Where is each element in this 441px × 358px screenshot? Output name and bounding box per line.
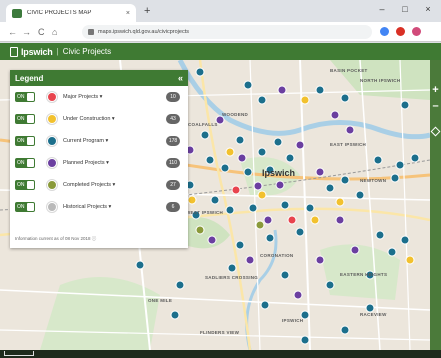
maximize-button[interactable]: □ bbox=[395, 3, 415, 15]
map-label: WEST IPSWICH bbox=[186, 210, 224, 215]
map-label: NORTH IPSWICH bbox=[360, 78, 401, 83]
count-badge: 6 bbox=[166, 202, 180, 212]
historical-projects-icon bbox=[47, 202, 57, 212]
zoom-out-button[interactable]: – bbox=[430, 100, 441, 112]
map-label: COALFALLS bbox=[188, 122, 218, 127]
back-button[interactable]: ← bbox=[8, 25, 17, 39]
zoom-in-button[interactable]: + bbox=[430, 84, 441, 96]
profile-avatar-icon[interactable] bbox=[412, 27, 421, 36]
under-construction-icon bbox=[47, 114, 57, 124]
map-attribution-bar bbox=[0, 350, 441, 358]
legend-item-major-projects[interactable]: ON Major Projects ▾ 10 bbox=[10, 86, 188, 108]
app-header: Ipswich | Civic Projects bbox=[0, 43, 441, 60]
map-label: SADLIERS CROSSING bbox=[205, 275, 259, 280]
count-badge: 43 bbox=[166, 114, 180, 124]
url-text: maps.ipswich.qld.gov.au/civicprojects bbox=[98, 29, 189, 35]
legend-title: Legend bbox=[15, 73, 44, 83]
major-projects-icon bbox=[47, 92, 57, 102]
city-label: Ipswich bbox=[262, 168, 296, 178]
count-badge: 110 bbox=[166, 158, 180, 168]
map-label: IPSWICH bbox=[282, 318, 304, 323]
count-badge: 27 bbox=[166, 180, 180, 190]
ipswich-logo-icon bbox=[10, 46, 18, 57]
browser-tabstrip: CIVIC PROJECTS MAP × + – □ × bbox=[0, 0, 441, 22]
layer-toggle[interactable]: ON bbox=[15, 92, 35, 102]
legend-item-completed-projects[interactable]: ON Completed Projects ▾ 27 bbox=[10, 174, 188, 196]
header-separator: | bbox=[56, 47, 59, 56]
layer-toggle[interactable]: ON bbox=[15, 158, 35, 168]
map-label: BASIN POCKET bbox=[330, 68, 368, 73]
map-label: EAST IPSWICH bbox=[330, 142, 367, 147]
logo-text: Ipswich bbox=[21, 46, 53, 57]
layer-toggle[interactable]: ON bbox=[15, 136, 35, 146]
current-program-icon bbox=[47, 136, 57, 146]
home-button[interactable]: ⌂ bbox=[52, 25, 57, 39]
scale-bar bbox=[4, 351, 34, 356]
layer-toggle[interactable]: ON bbox=[15, 180, 35, 190]
legend-item-historical-projects[interactable]: ON Historical Projects ▾ 6 bbox=[10, 196, 188, 218]
browser-toolbar: ← → C ⌂ maps.ipswich.qld.gov.au/civicpro… bbox=[0, 22, 441, 42]
tab-close-icon[interactable]: × bbox=[126, 10, 130, 17]
page-title: Civic Projects bbox=[62, 47, 112, 56]
legend-header: Legend « bbox=[10, 70, 188, 86]
map-label: NEWTOWN bbox=[360, 178, 387, 183]
map-label: FLINDERS VIEW bbox=[200, 330, 240, 335]
map-label: WOODEND bbox=[222, 112, 249, 117]
layer-toggle[interactable]: ON bbox=[15, 202, 35, 212]
map-label: EASTERN HEIGHTS bbox=[340, 272, 388, 277]
legend-item-under-construction[interactable]: ON Under Construction ▾ 43 bbox=[10, 108, 188, 130]
reload-button[interactable]: C bbox=[38, 25, 45, 39]
new-tab-button[interactable]: + bbox=[144, 5, 150, 17]
completed-projects-icon bbox=[47, 180, 57, 190]
site-favicon-icon bbox=[12, 8, 22, 18]
extension-icon[interactable] bbox=[396, 27, 405, 36]
map-label: CORONATION bbox=[260, 253, 294, 258]
map-label: RACEVIEW bbox=[360, 312, 387, 317]
map-label: ONE MILE bbox=[148, 298, 173, 303]
legend-item-planned-projects[interactable]: ON Planned Projects ▾ 110 bbox=[10, 152, 188, 174]
count-badge: 10 bbox=[166, 92, 180, 102]
lock-icon bbox=[88, 29, 94, 35]
layer-toggle[interactable]: ON bbox=[15, 114, 35, 124]
legend-item-current-program[interactable]: ON Current Program ▾ 178 bbox=[10, 130, 188, 152]
forward-button[interactable]: → bbox=[22, 25, 31, 39]
legend-panel: Legend « ON Major Projects ▾ 10 ON Under… bbox=[10, 70, 188, 248]
collapse-legend-button[interactable]: « bbox=[178, 73, 183, 83]
count-badge: 178 bbox=[166, 136, 180, 146]
minimize-button[interactable]: – bbox=[372, 3, 392, 15]
extension-icon[interactable] bbox=[380, 27, 389, 36]
planned-projects-icon bbox=[47, 158, 57, 168]
legend-footer: Information current as of 08 Nov 2018 ⓘ bbox=[15, 236, 97, 241]
browser-tab[interactable]: CIVIC PROJECTS MAP × bbox=[6, 4, 136, 22]
close-window-button[interactable]: × bbox=[418, 3, 438, 15]
address-bar[interactable]: maps.ipswich.qld.gov.au/civicprojects bbox=[82, 25, 372, 39]
tab-title: CIVIC PROJECTS MAP bbox=[27, 10, 92, 16]
